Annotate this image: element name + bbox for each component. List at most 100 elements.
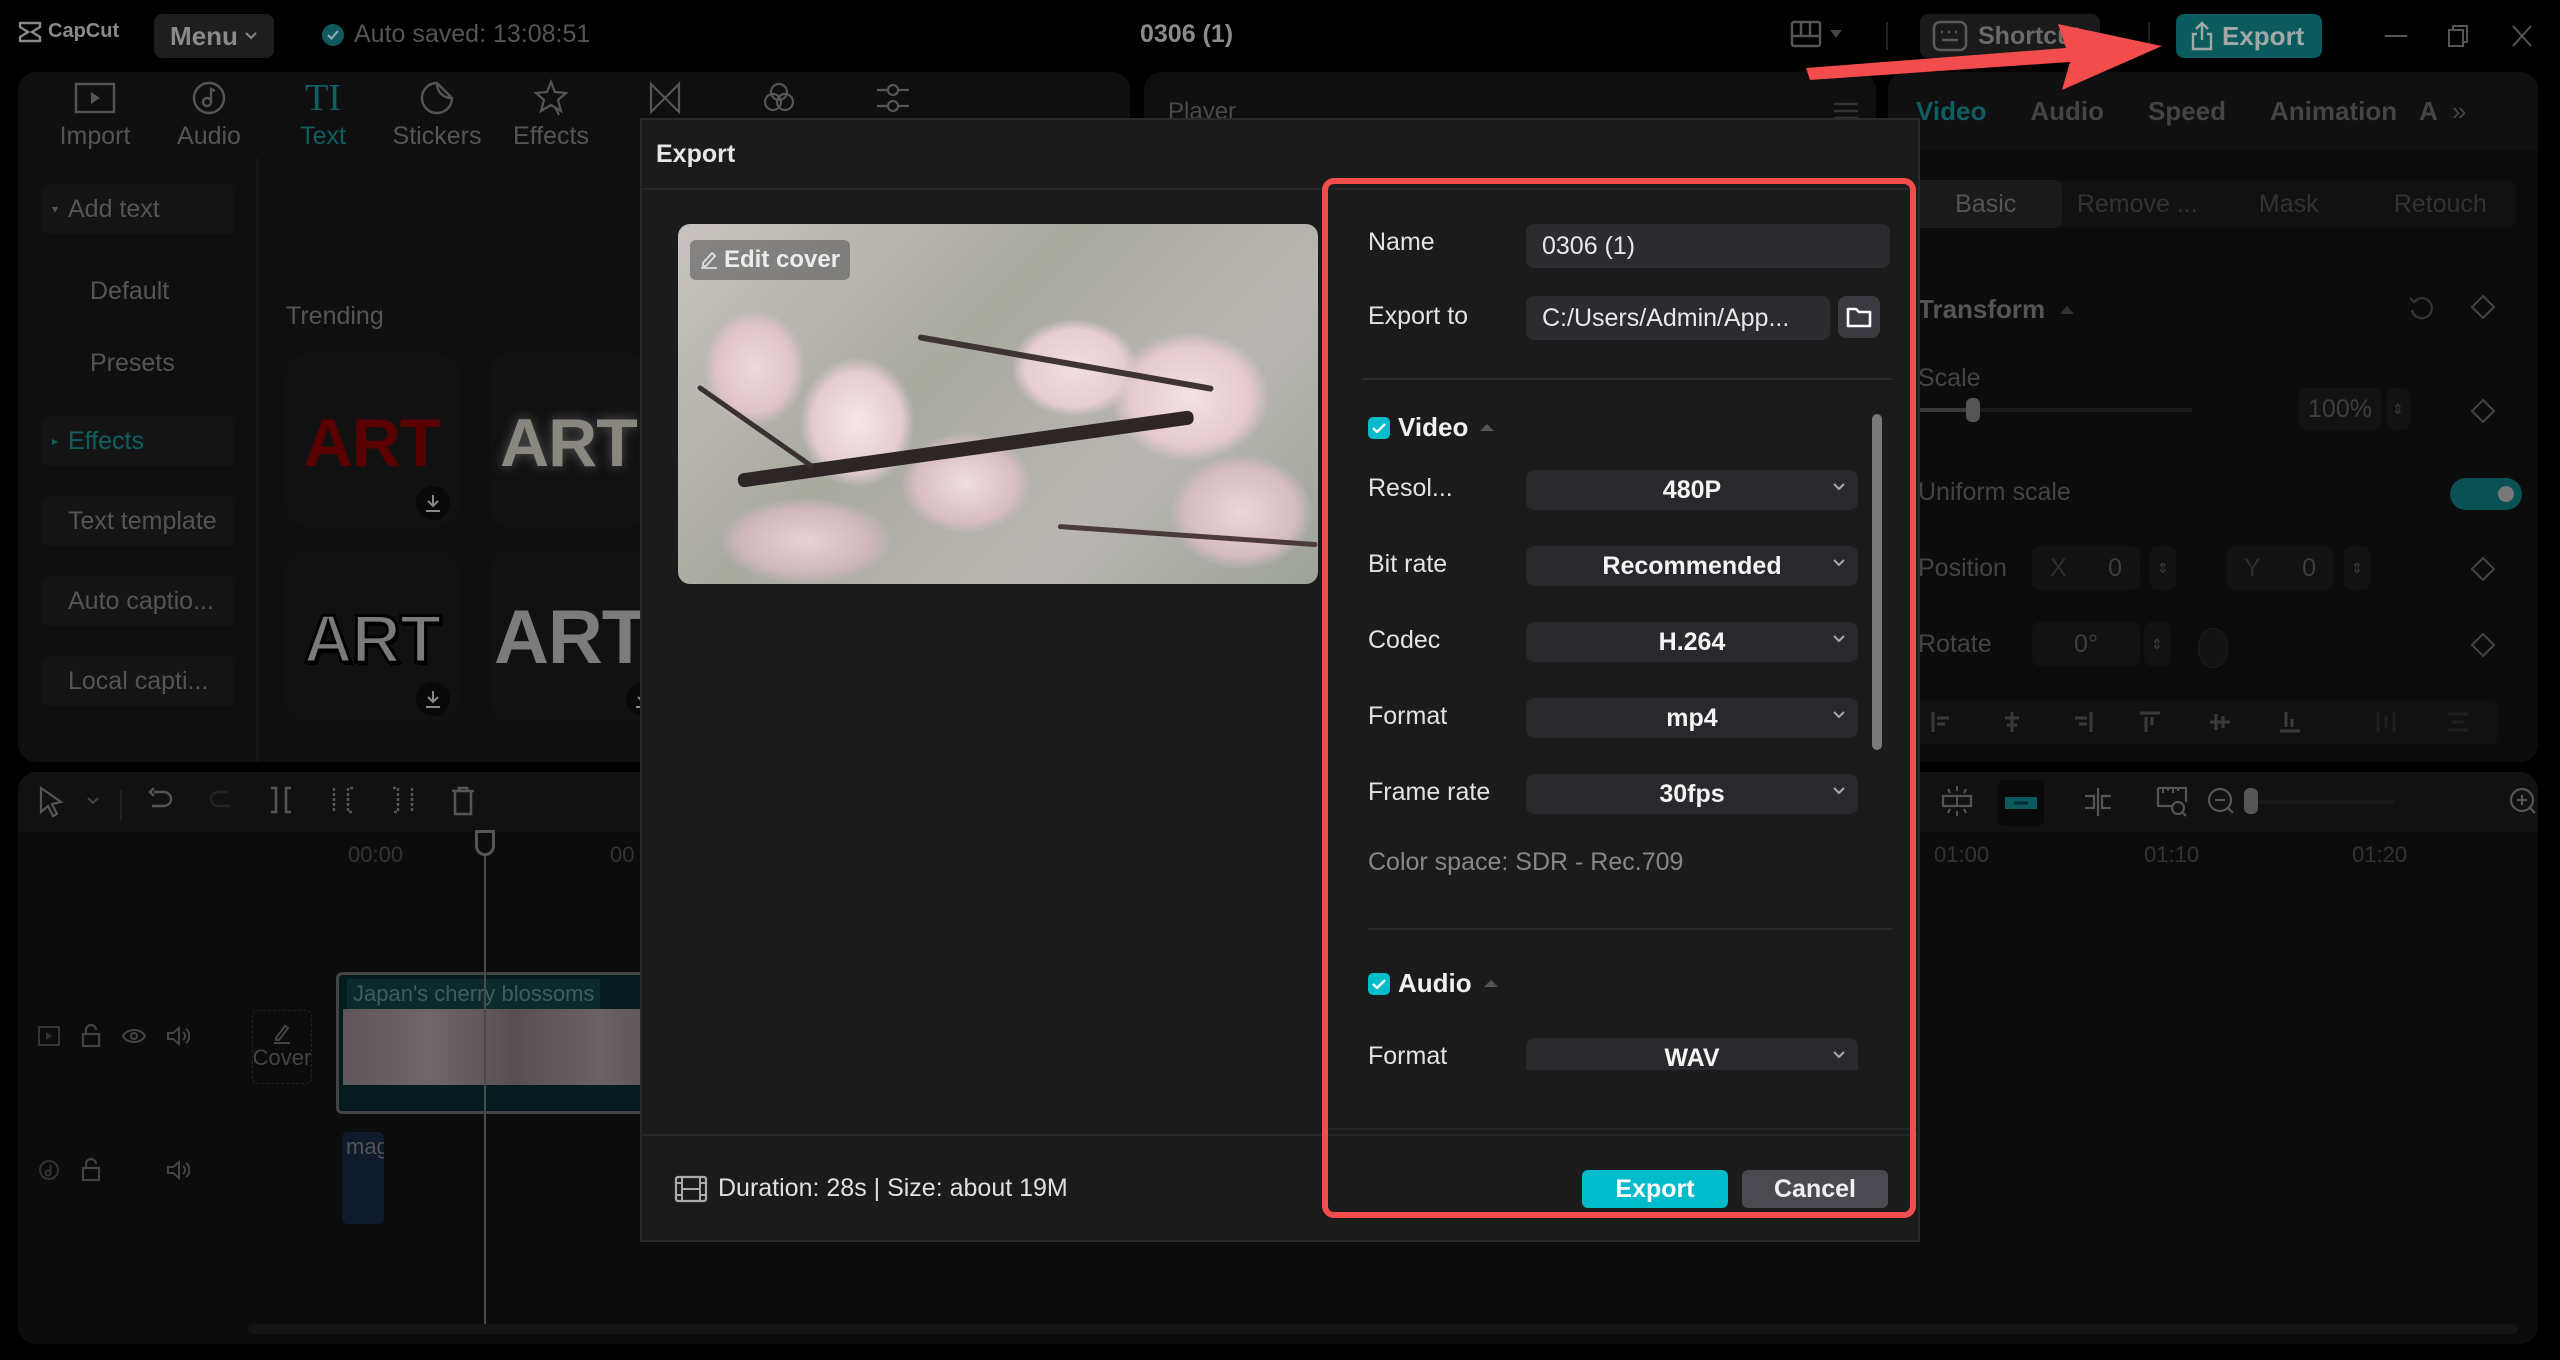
restore-button[interactable]	[2440, 18, 2476, 54]
tab-text[interactable]: TI Text	[266, 72, 380, 158]
tab-import[interactable]: Import	[38, 72, 152, 158]
subtab-retouch[interactable]: Retouch	[2365, 180, 2517, 228]
cancel-button[interactable]: Cancel	[1742, 1170, 1888, 1208]
download-icon[interactable]	[416, 486, 450, 520]
cover-thumbnail[interactable]: Edit cover	[678, 224, 1318, 584]
resolution-select[interactable]: 480P	[1526, 470, 1858, 510]
align-right-icon[interactable]	[2070, 710, 2094, 734]
undo-icon[interactable]	[146, 786, 174, 814]
rotate-dial[interactable]	[2198, 628, 2228, 668]
distribute-h-icon[interactable]	[2374, 710, 2398, 734]
tab-effects[interactable]: Effects	[494, 72, 608, 158]
zoom-in-icon[interactable]	[2508, 786, 2538, 816]
collapse-caret-icon[interactable]	[2060, 306, 2074, 314]
format-select[interactable]: mp4	[1526, 698, 1858, 738]
select-cursor-icon[interactable]	[38, 786, 66, 818]
auto-snap-icon[interactable]	[1940, 784, 1974, 818]
rotate-stepper[interactable]: ⇕	[2144, 622, 2170, 666]
sidebar-item-presets[interactable]: Presets	[42, 338, 234, 388]
codec-select[interactable]: H.264	[1526, 622, 1858, 662]
lock-icon[interactable]	[80, 1024, 102, 1048]
zoom-slider-thumb[interactable]	[2244, 788, 2258, 814]
audio-section-header[interactable]: Audio	[1368, 968, 1498, 999]
audio-checkbox[interactable]	[1368, 972, 1390, 995]
tab-animation[interactable]: Animation	[2270, 96, 2397, 127]
text-effect-card[interactable]: ART	[286, 354, 458, 526]
collapse-caret-icon[interactable]	[1480, 424, 1495, 431]
align-top-icon[interactable]	[2138, 710, 2162, 734]
keyframe-icon[interactable]	[2470, 632, 2496, 658]
chevron-down-icon[interactable]	[86, 796, 100, 806]
split-right-icon[interactable]	[390, 786, 416, 814]
sidebar-item-local-captions[interactable]: Local capti...	[42, 656, 234, 706]
mid-split-icon[interactable]	[2082, 786, 2114, 818]
keyframe-icon[interactable]	[2470, 556, 2496, 582]
sidebar-item-default[interactable]: Default	[42, 266, 234, 316]
split-left-icon[interactable]	[330, 786, 356, 814]
audio-format-select[interactable]: WAV	[1526, 1038, 1858, 1070]
cover-button[interactable]: Cover	[252, 1010, 312, 1084]
playhead[interactable]	[475, 830, 495, 1330]
download-icon[interactable]	[416, 682, 450, 716]
volume-icon[interactable]	[166, 1025, 190, 1047]
rotate-input[interactable]: 0°	[2032, 622, 2140, 666]
video-section-header[interactable]: Video	[1368, 412, 1495, 443]
zoom-out-icon[interactable]	[2206, 786, 2236, 816]
text-effect-card[interactable]: ART	[490, 354, 650, 526]
minimize-button[interactable]	[2378, 18, 2414, 54]
align-center-v-icon[interactable]	[2208, 710, 2232, 734]
top-export-button[interactable]: Export	[2176, 14, 2322, 58]
edit-cover-button[interactable]: Edit cover	[690, 240, 851, 280]
audio-clip[interactable]: mag	[342, 1132, 384, 1224]
settings-scrollbar[interactable]	[1872, 414, 1882, 750]
subtab-basic[interactable]: Basic	[1910, 180, 2062, 228]
tab-audio[interactable]: Audio	[2030, 96, 2104, 127]
scale-slider[interactable]	[1918, 398, 2192, 422]
keyframe-icon[interactable]	[2470, 294, 2496, 320]
tab-adjust[interactable]: A	[2419, 96, 2438, 127]
align-center-h-icon[interactable]	[2000, 710, 2024, 734]
delete-icon[interactable]	[450, 786, 476, 816]
scale-value-input[interactable]: 100%	[2298, 388, 2382, 430]
video-checkbox[interactable]	[1368, 416, 1390, 439]
subtab-remove[interactable]: Remove ...	[2062, 180, 2214, 228]
tab-audio[interactable]: Audio	[152, 72, 266, 158]
more-tabs-icon[interactable]: »	[2452, 96, 2466, 127]
position-y-input[interactable]: Y 0	[2226, 546, 2334, 590]
export-button[interactable]: Export	[1582, 1170, 1728, 1208]
align-left-icon[interactable]	[1930, 710, 1954, 734]
timeline-horizontal-scrollbar[interactable]	[248, 1324, 2518, 1334]
eye-icon[interactable]	[122, 1027, 146, 1045]
collapse-caret-icon[interactable]	[1483, 980, 1498, 987]
close-window-button[interactable]	[2504, 18, 2540, 54]
lock-icon[interactable]	[80, 1158, 102, 1182]
tab-stickers[interactable]: Stickers	[380, 72, 494, 158]
sidebar-item-auto-captions[interactable]: Auto captio...	[42, 576, 234, 626]
playhead-handle[interactable]	[475, 830, 495, 856]
position-x-input[interactable]: X 0	[2032, 546, 2140, 590]
position-x-stepper[interactable]: ⇕	[2150, 546, 2176, 590]
sidebar-item-text-template[interactable]: Text template	[42, 496, 234, 546]
frame-rate-select[interactable]: 30fps	[1526, 774, 1858, 814]
keyframe-icon[interactable]	[2470, 398, 2496, 424]
text-effect-card[interactable]: ART	[286, 550, 458, 722]
volume-icon[interactable]	[166, 1159, 190, 1181]
text-effect-card[interactable]: ART	[490, 550, 650, 722]
subtab-mask[interactable]: Mask	[2213, 180, 2365, 228]
distribute-v-icon[interactable]	[2446, 710, 2470, 734]
scale-stepper[interactable]: ⇕	[2386, 388, 2410, 430]
tab-speed[interactable]: Speed	[2148, 96, 2226, 127]
position-y-stepper[interactable]: ⇕	[2344, 546, 2370, 590]
split-icon[interactable]	[268, 786, 294, 814]
link-toggle-button[interactable]	[1998, 780, 2044, 826]
uniform-scale-toggle[interactable]	[2450, 478, 2522, 510]
reset-icon[interactable]	[2408, 294, 2434, 324]
sidebar-item-add-text[interactable]: ▾ Add text	[42, 184, 234, 234]
tab-video[interactable]: Video	[1916, 96, 1986, 127]
scale-slider-thumb[interactable]	[1965, 398, 1980, 422]
bitrate-select[interactable]: Recommended	[1526, 546, 1858, 586]
sidebar-item-effects[interactable]: ▸ Effects	[42, 416, 234, 466]
menu-button[interactable]: Menu	[154, 14, 274, 58]
preview-zoom-icon[interactable]	[2156, 784, 2190, 818]
timeline-zoom-slider[interactable]	[2244, 788, 2394, 814]
